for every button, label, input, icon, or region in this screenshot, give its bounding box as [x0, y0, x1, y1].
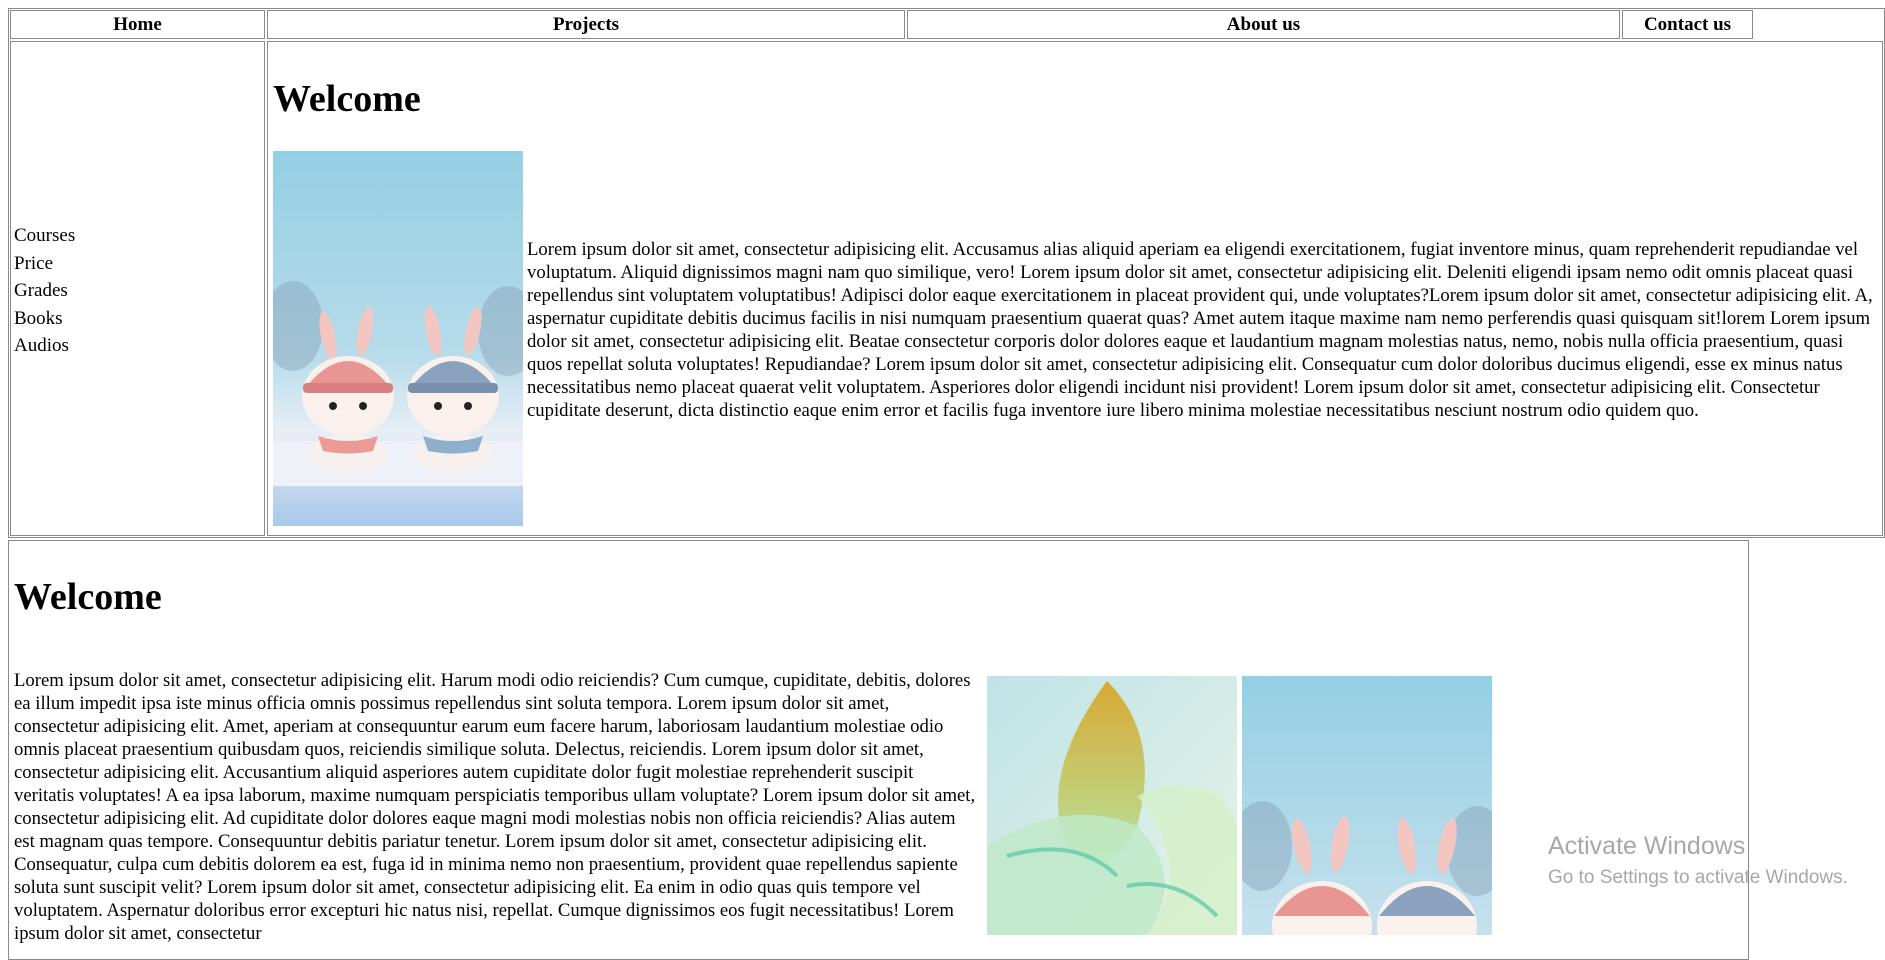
nav-contact-us[interactable]: Contact us — [1622, 10, 1753, 39]
sidebar-item-price[interactable]: Price — [14, 250, 75, 278]
flower-image-graphic — [987, 676, 1237, 935]
bunnies-image-2 — [1242, 676, 1492, 935]
top-section-paragraph: Lorem ipsum dolor sit amet, consectetur … — [527, 239, 1873, 421]
nav-home-label: Home — [113, 13, 162, 35]
nav-projects[interactable]: Projects — [267, 10, 905, 39]
top-section-heading: Welcome — [273, 78, 421, 120]
flower-image — [987, 676, 1237, 935]
nav-about-us[interactable]: About us — [907, 10, 1620, 39]
sidebar-item-audios[interactable]: Audios — [14, 332, 75, 360]
bunnies-image-2-graphic — [1242, 676, 1492, 935]
sidebar-menu: Courses Price Grades Books Audios — [14, 222, 75, 360]
sidebar-item-courses[interactable]: Courses — [14, 222, 75, 250]
bunnies-image-graphic — [273, 151, 523, 526]
nav-projects-label: Projects — [552, 13, 620, 35]
activate-windows-subtitle: Go to Settings to activate Windows. — [1548, 867, 1848, 888]
activate-windows-title: Activate Windows — [1548, 832, 1746, 860]
bottom-section-heading: Welcome — [14, 576, 162, 618]
bottom-section-paragraph: Lorem ipsum dolor sit amet, consectetur … — [14, 670, 976, 944]
nav-home[interactable]: Home — [10, 10, 265, 39]
bunnies-image — [273, 151, 523, 526]
nav-about-us-label: About us — [1226, 13, 1301, 35]
sidebar-item-grades[interactable]: Grades — [14, 277, 75, 305]
sidebar-item-books[interactable]: Books — [14, 305, 75, 333]
nav-contact-us-label: Contact us — [1643, 13, 1732, 35]
